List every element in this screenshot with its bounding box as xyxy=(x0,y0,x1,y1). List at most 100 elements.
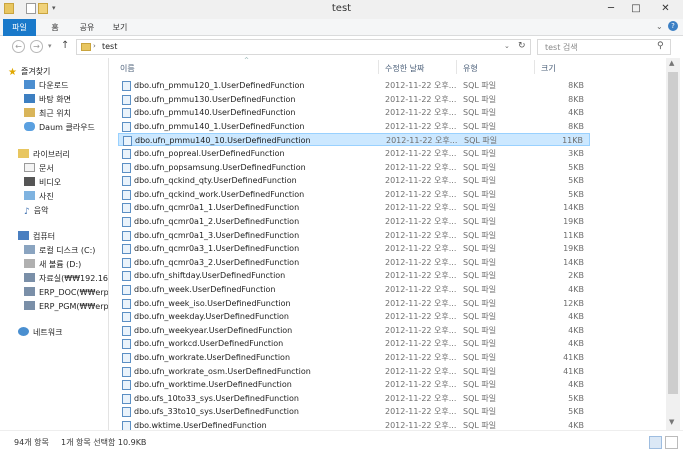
file-date: 2012-11-22 오후... xyxy=(385,94,457,104)
column-divider[interactable] xyxy=(534,60,535,74)
nav-item-desktop[interactable]: 바탕 화면 xyxy=(24,93,71,106)
file-type: SQL 파일 xyxy=(463,121,497,131)
column-name[interactable]: 이름 xyxy=(120,63,135,74)
file-row[interactable]: dbo.ufn_pmmu130.UserDefinedFunction 2012-… xyxy=(118,93,590,106)
ribbon-expand-icon[interactable]: ⌄ xyxy=(656,22,663,31)
search-input[interactable]: test 검색 ⚲ xyxy=(537,39,671,55)
file-row[interactable]: dbo.ufn_workcd.UserDefinedFunction 2012-1… xyxy=(118,337,590,350)
file-row[interactable]: dbo.ufn_weekyear.UserDefinedFunction 2012… xyxy=(118,324,590,337)
nav-item-drive-d[interactable]: 새 볼륨 (D:) xyxy=(24,258,81,271)
nav-item-network-drive[interactable]: 자료실(₩₩192.168. xyxy=(24,272,108,285)
file-row[interactable]: dbo.ufs_10to33_sys.UserDefinedFunction 20… xyxy=(118,392,590,405)
forward-button[interactable]: → xyxy=(30,40,43,53)
column-size[interactable]: 크기 xyxy=(541,63,556,74)
minimize-button[interactable]: ─ xyxy=(598,0,624,17)
file-size: 4KB xyxy=(568,339,584,349)
nav-item-network-drive[interactable]: ERP_PGM(₩₩erp20 xyxy=(24,300,108,313)
breadcrumb[interactable]: test xyxy=(102,42,117,51)
file-type: SQL 파일 xyxy=(463,271,497,281)
file-type: SQL 파일 xyxy=(463,149,497,158)
nav-item-label: 새 볼륨 (D:) xyxy=(39,260,82,269)
scrollbar-thumb[interactable] xyxy=(668,72,678,394)
file-row[interactable]: dbo.ufn_week.UserDefinedFunction 2012-11-… xyxy=(118,283,590,296)
large-icons-view-button[interactable] xyxy=(665,436,678,449)
file-row[interactable]: dbo.ufn_pmmu140_10.UserDefinedFunction 20… xyxy=(118,133,590,147)
file-row[interactable]: dbo.ufn_qcmr0a3_1.UserDefinedFunction 201… xyxy=(118,242,590,255)
column-divider[interactable] xyxy=(378,60,379,74)
sql-file-icon xyxy=(122,108,131,119)
file-name: dbo.ufn_qckind_work.UserDefinedFunction xyxy=(134,189,305,199)
nav-item-pictures[interactable]: 사진 xyxy=(24,190,54,203)
file-row[interactable]: dbo.ufn_qckind_qty.UserDefinedFunction 20… xyxy=(118,174,590,187)
file-type: SQL 파일 xyxy=(463,189,497,199)
file-row[interactable]: dbo.ufn_qcmr0a3_2.UserDefinedFunction 201… xyxy=(118,256,590,269)
nav-item-music[interactable]: ♪ 음악 xyxy=(24,204,48,217)
sql-file-icon xyxy=(122,81,131,91)
scroll-up-icon[interactable]: ▲ xyxy=(669,59,674,67)
file-row[interactable]: dbo.ufn_weekday.UserDefinedFunction 2012-… xyxy=(118,310,590,323)
file-row[interactable]: dbo.ufs_33to10_sys.UserDefinedFunction 20… xyxy=(118,405,590,418)
nav-item-videos[interactable]: 비디오 xyxy=(24,176,61,189)
nav-item-documents[interactable]: 문서 xyxy=(24,162,54,175)
file-row[interactable]: dbo.ufn_qcmr0a1_2.UserDefinedFunction 201… xyxy=(118,215,590,228)
details-view-button[interactable] xyxy=(649,436,662,449)
file-row[interactable]: dbo.ufn_popsamsung.UserDefinedFunction 20… xyxy=(118,161,590,174)
file-size: 5KB xyxy=(568,162,584,172)
network-drive-icon xyxy=(24,301,35,310)
search-icon[interactable]: ⚲ xyxy=(657,41,664,51)
address-dropdown-icon[interactable]: ⌄ xyxy=(504,42,510,50)
nav-network[interactable]: 네트워크 xyxy=(18,326,62,339)
breadcrumb-chevron-icon[interactable]: › xyxy=(93,42,96,50)
file-type: SQL 파일 xyxy=(463,285,497,294)
file-date: 2012-11-22 오후... xyxy=(385,393,457,403)
nav-favorites[interactable]: ★ 즐겨찾기 xyxy=(8,65,50,78)
column-divider[interactable] xyxy=(456,60,457,74)
file-row[interactable]: dbo.ufn_qcmr0a1_3.UserDefinedFunction 201… xyxy=(118,229,590,242)
nav-item-drive-c[interactable]: 로컬 디스크 (C:) xyxy=(24,244,95,257)
file-list: dbo.ufn_pmmu120_1.UserDefinedFunction 201… xyxy=(114,77,594,431)
file-size: 4KB xyxy=(568,325,584,335)
tab-file[interactable]: 파일 xyxy=(3,19,36,36)
nav-item-network-drive[interactable]: ERP_DOC(₩₩erp20 xyxy=(24,286,108,299)
file-type: SQL 파일 xyxy=(463,217,497,226)
column-type[interactable]: 유형 xyxy=(463,63,478,74)
refresh-button[interactable]: ↻ xyxy=(518,41,526,51)
file-row[interactable]: dbo.ufn_pmmu120_1.UserDefinedFunction 201… xyxy=(118,79,590,92)
vertical-scrollbar[interactable]: ▲ ▼ xyxy=(666,58,680,430)
file-row[interactable]: dbo.ufn_workrate_osm.UserDefinedFunction… xyxy=(118,365,590,378)
file-row[interactable]: dbo.ufn_shiftday.UserDefinedFunction 2012… xyxy=(118,269,590,282)
nav-item-recent[interactable]: 최근 위치 xyxy=(24,107,71,120)
recent-locations-icon[interactable]: ▾ xyxy=(48,42,52,50)
close-button[interactable]: ✕ xyxy=(648,0,683,17)
help-icon[interactable]: ? xyxy=(668,21,678,31)
ribbon-tabs: 파일 홈 공유 보기 ⌄ ? xyxy=(0,19,683,36)
file-size: 4KB xyxy=(568,312,584,322)
file-row[interactable]: dbo.ufn_workrate.UserDefinedFunction 2012… xyxy=(118,351,590,364)
tab-view[interactable]: 보기 xyxy=(107,19,133,36)
file-row[interactable]: dbo.ufn_popreal.UserDefinedFunction 2012-… xyxy=(118,147,590,160)
nav-computer-label: 컴퓨터 xyxy=(33,232,56,241)
file-date: 2012-11-22 오후... xyxy=(385,407,457,417)
up-button[interactable]: ↑ xyxy=(61,40,69,51)
file-name: dbo.ufs_33to10_sys.UserDefinedFunction xyxy=(134,407,299,417)
nav-item-daum-cloud[interactable]: Daum 클라우드 xyxy=(24,121,95,134)
file-row[interactable]: dbo.ufn_week_iso.UserDefinedFunction 2012… xyxy=(118,297,590,310)
nav-computer[interactable]: 컴퓨터 xyxy=(18,230,55,243)
file-row[interactable]: dbo.ufn_pmmu140.UserDefinedFunction 2012-… xyxy=(118,106,590,119)
nav-item-label: 비디오 xyxy=(39,178,62,187)
file-row[interactable]: dbo.ufn_pmmu140_1.UserDefinedFunction 201… xyxy=(118,120,590,133)
address-box[interactable]: › test ⌄ ↻ xyxy=(76,39,531,55)
maximize-button[interactable]: □ xyxy=(624,0,648,17)
file-name: dbo.ufn_qcmr0a1_3.UserDefinedFunction xyxy=(134,230,300,240)
nav-libraries[interactable]: 라이브러리 xyxy=(18,148,70,161)
file-row[interactable]: dbo.ufn_qckind_work.UserDefinedFunction 2… xyxy=(118,188,590,201)
nav-item-downloads[interactable]: 다운로드 xyxy=(24,79,68,92)
column-date[interactable]: 수정한 날짜 xyxy=(385,63,424,74)
tab-home[interactable]: 홈 xyxy=(45,19,65,36)
tab-share[interactable]: 공유 xyxy=(74,19,100,36)
file-row[interactable]: dbo.ufn_worktime.UserDefinedFunction 2012… xyxy=(118,378,590,391)
scroll-down-icon[interactable]: ▼ xyxy=(669,418,674,426)
file-name: dbo.ufn_weekday.UserDefinedFunction xyxy=(134,312,289,322)
back-button[interactable]: ← xyxy=(12,40,25,53)
file-row[interactable]: dbo.ufn_qcmr0a1_1.UserDefinedFunction 201… xyxy=(118,201,590,214)
